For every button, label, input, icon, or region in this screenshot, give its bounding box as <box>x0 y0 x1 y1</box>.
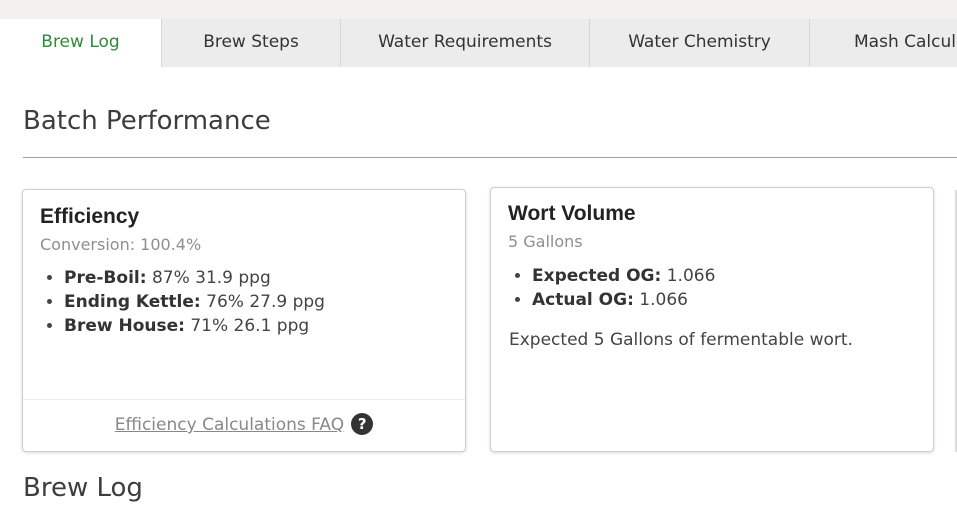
list-item: Ending Kettle: 76% 27.9 ppg <box>64 290 325 314</box>
stat-label: Expected OG: <box>532 266 662 286</box>
stat-value: 1.066 <box>639 290 688 310</box>
stat-value: 1.066 <box>666 266 716 286</box>
section-title-brew-log: Brew Log <box>23 473 143 503</box>
efficiency-faq-link[interactable]: Efficiency Calculations FAQ <box>115 415 344 435</box>
section-divider <box>23 157 957 158</box>
card-footer: Efficiency Calculations FAQ ? <box>23 399 465 451</box>
tab-bar: Brew Log Brew Steps Water Requirements W… <box>0 19 957 67</box>
wort-note: Expected 5 Gallons of fermentable wort. <box>509 330 853 350</box>
stat-label: Actual OG: <box>532 290 634 310</box>
efficiency-stats-list: Pre-Boil: 87% 31.9 ppg Ending Kettle: 76… <box>40 266 325 338</box>
stat-value: 71% 26.1 ppg <box>190 316 310 336</box>
card-title: Wort Volume <box>508 202 636 225</box>
list-item: Expected OG: 1.066 <box>532 264 715 288</box>
question-circle-icon[interactable]: ? <box>351 412 374 435</box>
card-subtitle: 5 Gallons <box>508 232 583 251</box>
tab-water-requirements[interactable]: Water Requirements <box>340 19 589 67</box>
tab-brew-steps[interactable]: Brew Steps <box>161 19 340 67</box>
card-subtitle: Conversion: 100.4% <box>40 235 202 254</box>
list-item: Actual OG: 1.066 <box>532 288 715 312</box>
stat-value: 76% 27.9 ppg <box>206 292 325 312</box>
wort-stats-list: Expected OG: 1.066 Actual OG: 1.066 <box>508 264 715 312</box>
section-title-batch-performance: Batch Performance <box>23 106 271 136</box>
stat-label: Pre-Boil: <box>64 268 147 288</box>
tab-mash-calculations[interactable]: Mash Calcula <box>809 19 957 67</box>
efficiency-card: Efficiency Conversion: 100.4% Pre-Boil: … <box>22 189 466 452</box>
list-item: Brew House: 71% 26.1 ppg <box>64 314 325 338</box>
stat-label: Ending Kettle: <box>64 292 201 312</box>
stat-label: Brew House: <box>64 316 185 336</box>
stat-value: 87% 31.9 ppg <box>151 268 271 288</box>
wort-volume-card: Wort Volume 5 Gallons Expected OG: 1.066… <box>490 187 934 452</box>
tab-water-chemistry[interactable]: Water Chemistry <box>589 19 809 67</box>
top-strip <box>0 0 957 19</box>
list-item: Pre-Boil: 87% 31.9 ppg <box>64 266 325 290</box>
tab-brew-log[interactable]: Brew Log <box>0 19 161 67</box>
card-title: Efficiency <box>40 205 140 228</box>
